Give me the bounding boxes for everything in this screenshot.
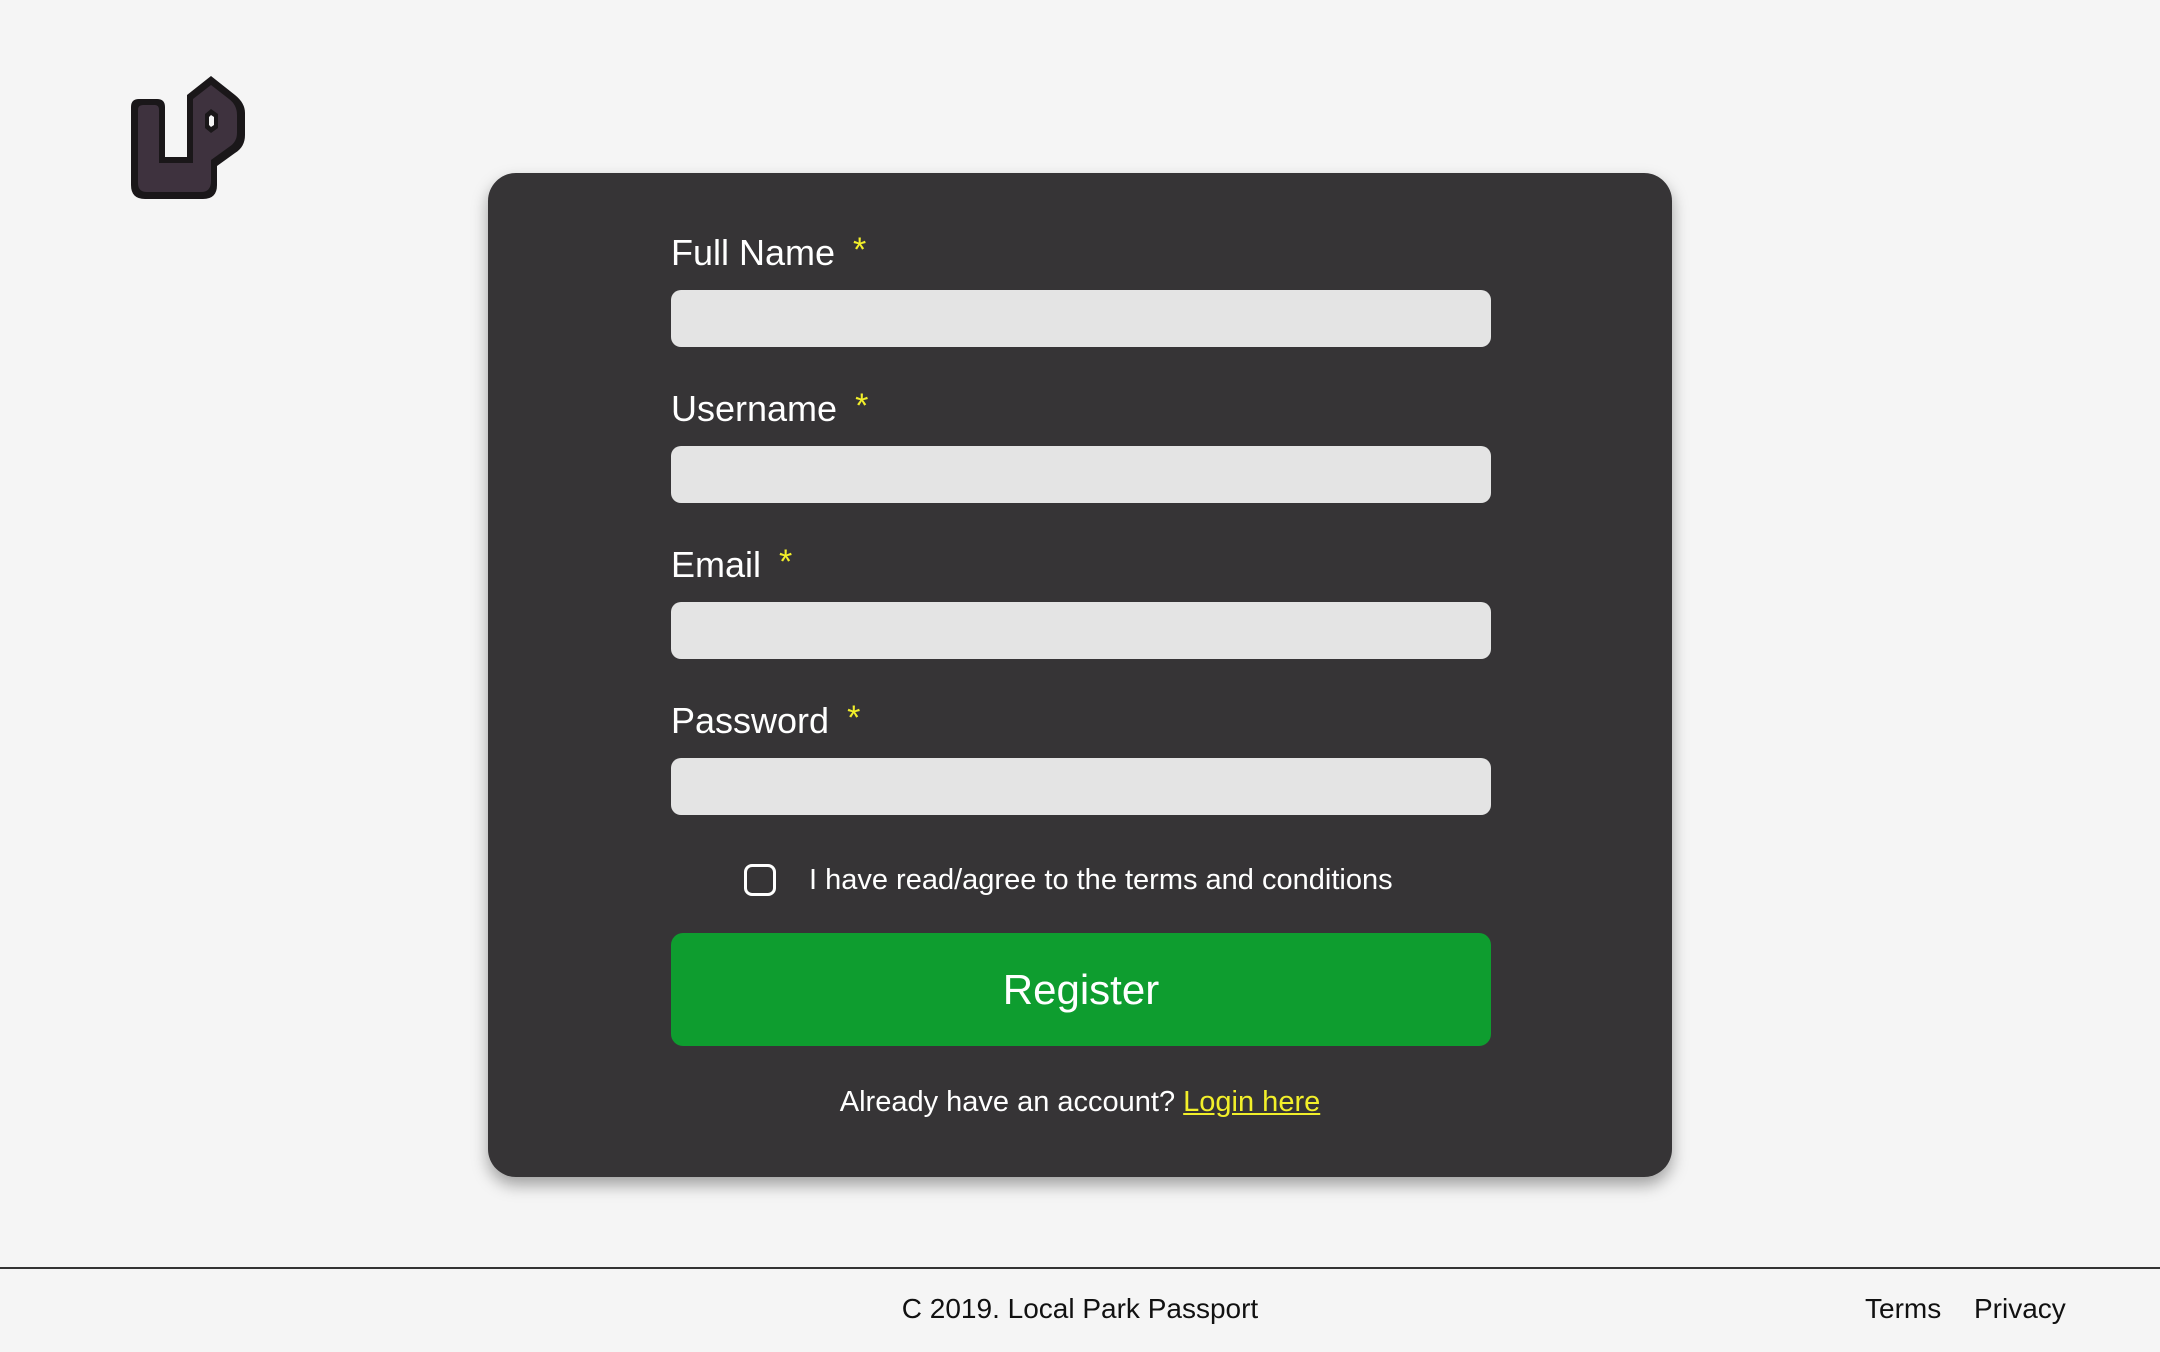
email-label: Email *: [671, 543, 793, 585]
login-prompt-text: Already have an account?: [839, 1086, 1176, 1118]
privacy-link[interactable]: Privacy: [1974, 1293, 2066, 1325]
password-label: Password *: [671, 699, 861, 741]
required-marker: *: [779, 543, 793, 581]
username-input[interactable]: [671, 446, 1491, 503]
terms-agreement: I have read/agree to the terms and condi…: [744, 856, 1393, 904]
register-button[interactable]: Register: [671, 933, 1491, 1046]
email-input[interactable]: [671, 602, 1491, 659]
password-input[interactable]: [671, 758, 1491, 815]
username-label: Username *: [671, 387, 869, 429]
full-name-label: Full Name *: [671, 231, 867, 273]
terms-checkbox-label[interactable]: I have read/agree to the terms and condi…: [809, 864, 1393, 897]
footer: C 2019. Local Park Passport Terms Privac…: [0, 1267, 2160, 1352]
terms-checkbox[interactable]: [744, 864, 776, 896]
terms-link[interactable]: Terms: [1865, 1293, 1941, 1325]
copyright-text: C 2019. Local Park Passport: [901, 1293, 1259, 1324]
required-marker: *: [853, 231, 867, 269]
register-card: Full Name * Username * Email * Password * I …: [488, 173, 1672, 1177]
login-prompt-line: Already have an account? Login here: [488, 1086, 1672, 1119]
login-link[interactable]: Login here: [1183, 1086, 1320, 1118]
required-marker: *: [847, 699, 861, 737]
full-name-input[interactable]: [671, 290, 1491, 347]
lp-logo-icon: [131, 76, 245, 199]
required-marker: *: [855, 387, 869, 425]
